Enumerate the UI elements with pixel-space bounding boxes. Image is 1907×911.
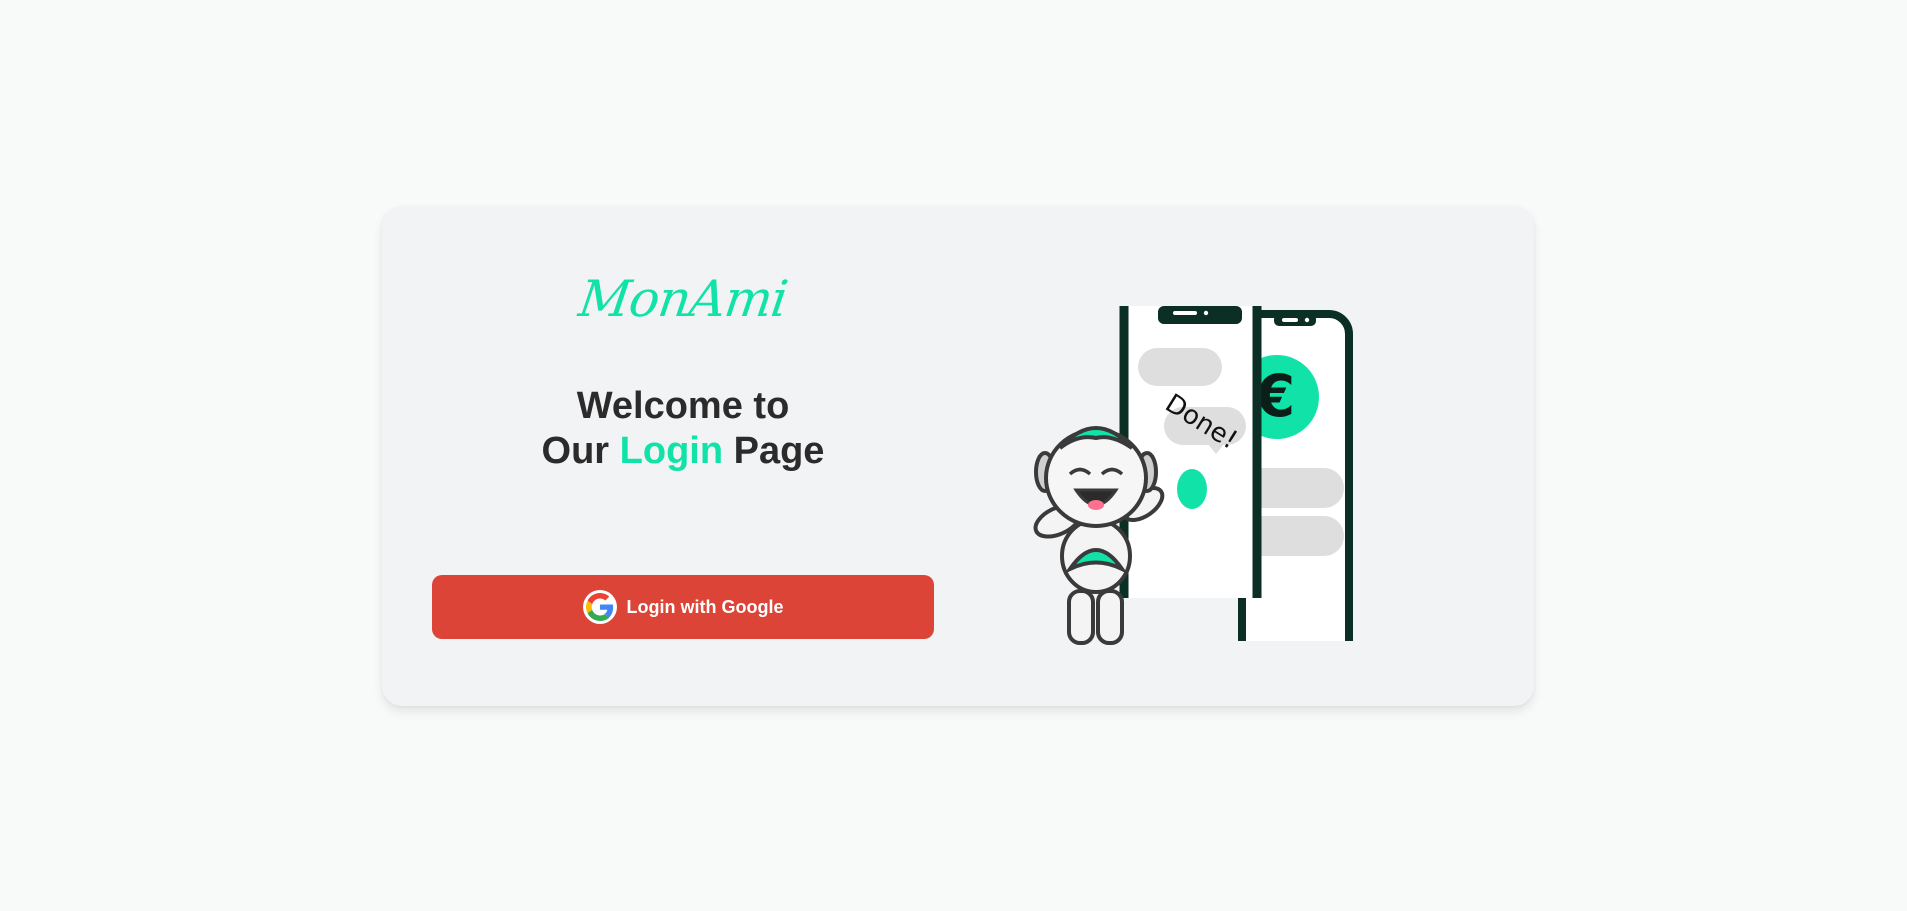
login-with-google-label: Login with Google: [626, 596, 784, 617]
login-card: MonAmi Welcome to Our Login Page Login w…: [382, 206, 1534, 706]
headline-prefix: Our: [541, 430, 620, 472]
login-with-google-button[interactable]: Login with Google: [432, 575, 934, 639]
headline-accent: Login: [619, 430, 724, 472]
headline-line-1: Welcome to: [576, 385, 790, 427]
robot-phones-illustration: € Done!: [1033, 306, 1353, 645]
google-g-icon: [582, 590, 617, 624]
headline-suffix: Page: [723, 430, 825, 472]
brand-logo: MonAmi: [575, 270, 791, 328]
page-title: Welcome to Our Login Page: [432, 384, 934, 474]
login-panel: MonAmi Welcome to Our Login Page Login w…: [432, 206, 934, 706]
headline-line-2: Our Login Page: [432, 429, 934, 474]
